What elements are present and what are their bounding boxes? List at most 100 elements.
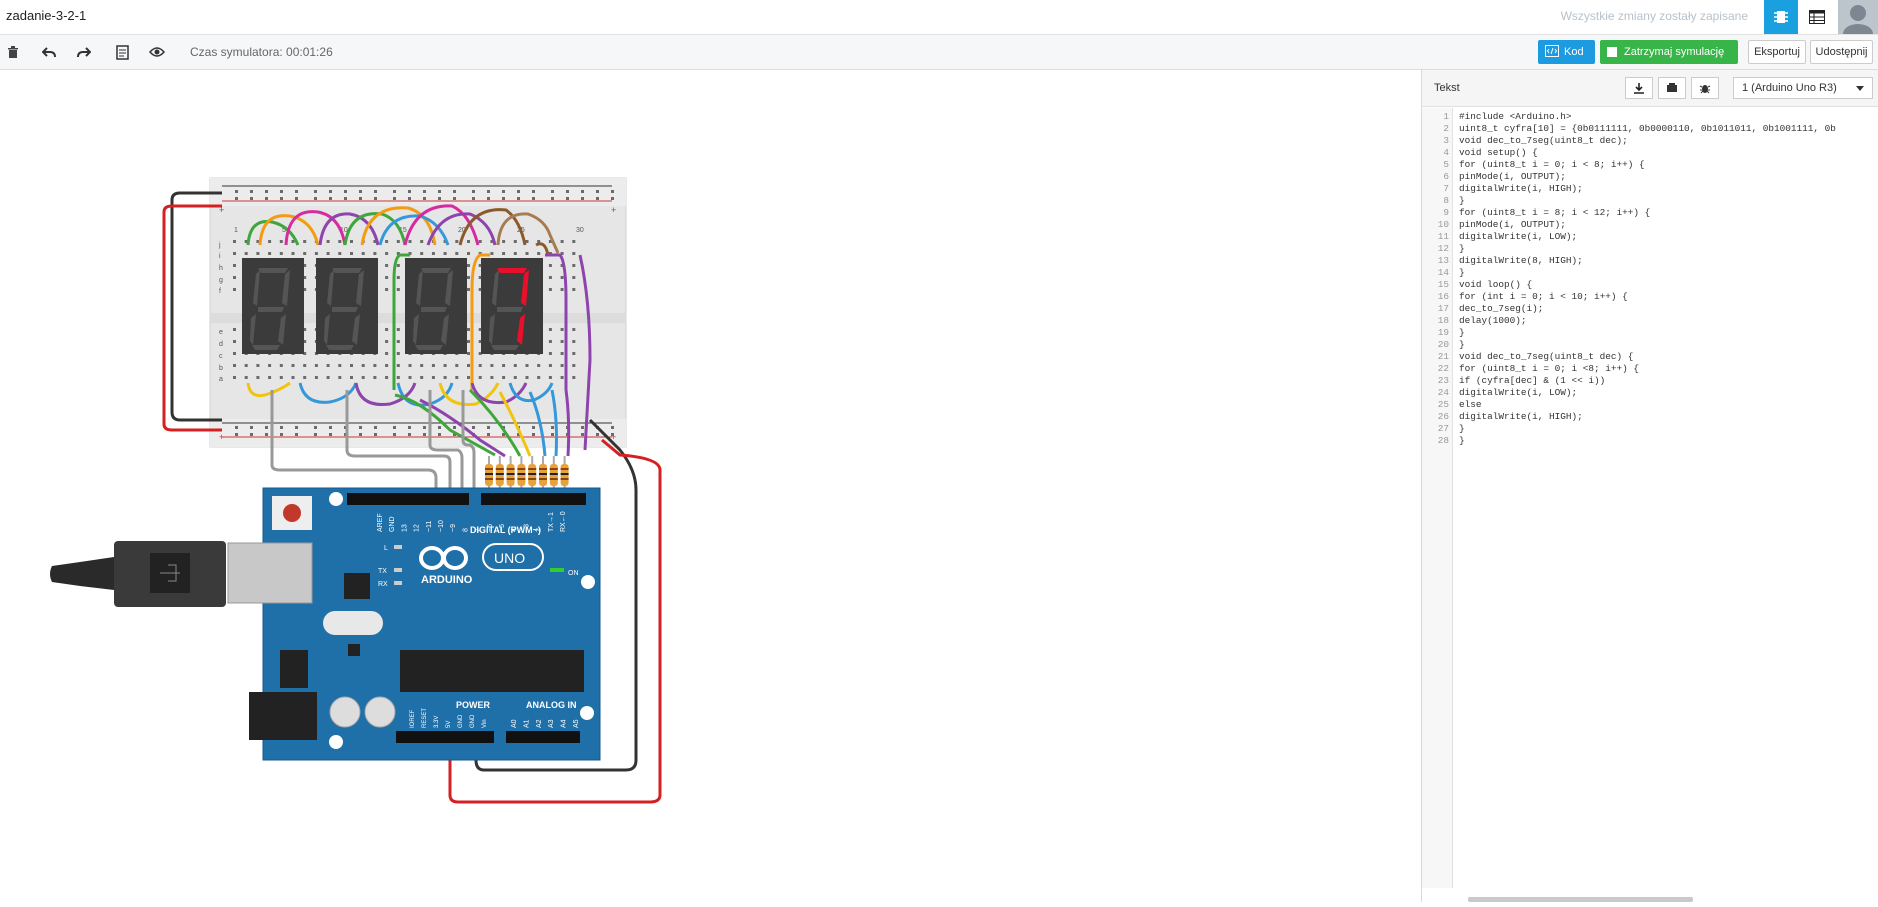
bb-row-label: f <box>219 288 221 295</box>
horizontal-scrollbar[interactable] <box>1468 897 1693 902</box>
seven-segment-display[interactable] <box>405 258 467 354</box>
arduino-uno-board[interactable]: ARDUINO UNO DIGITAL (PWM~) POWER ANALOG … <box>50 487 601 761</box>
arduino-brand: ARDUINO <box>421 574 473 586</box>
code-line[interactable]: } <box>1459 435 1465 447</box>
pin-label: A3 <box>548 719 555 728</box>
toolbar: Czas symulatora: 00:01:26 Kod Zatrzymaj … <box>0 35 1878 70</box>
line-number: 24 <box>1437 387 1449 398</box>
line-number: 20 <box>1437 339 1449 350</box>
code-editor[interactable]: 1 #include <Arduino.h> 2 uint8_t cyfra[10] … <box>1422 108 1878 888</box>
code-line[interactable]: uint8_t cyfra[10] = {0b0111111, 0b000011… <box>1459 123 1836 135</box>
code-line[interactable]: void dec_to_7seg(uint8_t dec) { <box>1459 351 1633 363</box>
libraries-icon[interactable] <box>1658 77 1686 99</box>
line-number: 14 <box>1437 267 1449 278</box>
chevron-down-icon <box>1856 86 1864 91</box>
code-line[interactable]: pinMode(i, OUTPUT); <box>1459 171 1566 183</box>
line-number: 25 <box>1437 399 1449 410</box>
line-number: 3 <box>1443 135 1449 146</box>
code-line[interactable]: digitalWrite(i, LOW); <box>1459 231 1577 243</box>
led-label: RX <box>378 581 388 588</box>
code-line[interactable]: digitalWrite(i, HIGH); <box>1459 411 1583 423</box>
svg-text:+: + <box>219 432 224 442</box>
seven-segment-display[interactable] <box>242 258 304 354</box>
pin-label: RESET <box>422 708 428 728</box>
code-button-label: Kod <box>1564 46 1584 58</box>
stop-simulation-label: Zatrzymaj symulację <box>1624 46 1725 58</box>
code-line[interactable]: } <box>1459 243 1465 255</box>
pin-label: ~3 <box>523 524 530 532</box>
pin-label: A0 <box>511 719 518 728</box>
bb-row-label: g <box>219 277 223 284</box>
component-list-icon[interactable] <box>1800 0 1834 34</box>
code-line[interactable]: void dec_to_7seg(uint8_t dec); <box>1459 135 1628 147</box>
code-line[interactable]: for (uint8_t i = 0; i <8; i++) { <box>1459 363 1639 375</box>
code-line[interactable]: digitalWrite(i, HIGH); <box>1459 183 1583 195</box>
code-line[interactable]: delay(1000); <box>1459 315 1527 327</box>
line-number: 17 <box>1437 303 1449 314</box>
code-line[interactable]: } <box>1459 327 1465 339</box>
pin-label: ~9 <box>450 524 457 532</box>
code-line[interactable]: digitalWrite(8, HIGH); <box>1459 255 1583 267</box>
seven-segment-display[interactable] <box>316 258 378 354</box>
pin-label: RX←0 <box>560 511 567 532</box>
bb-row-label: c <box>219 353 223 360</box>
code-line[interactable]: #include <Arduino.h> <box>1459 111 1572 123</box>
download-icon[interactable] <box>1625 77 1653 99</box>
code-button[interactable]: Kod <box>1538 40 1595 64</box>
notes-icon[interactable] <box>111 42 133 62</box>
line-number: 22 <box>1437 363 1449 374</box>
line-number: 10 <box>1437 219 1449 230</box>
code-line[interactable]: } <box>1459 267 1465 279</box>
device-select[interactable]: 1 (Arduino Uno R3) <box>1733 77 1873 99</box>
share-button[interactable]: Udostępnij <box>1810 40 1873 64</box>
pin-label: GND <box>389 516 396 532</box>
export-button[interactable]: Eksportuj <box>1748 40 1806 64</box>
pin-label: 12 <box>414 524 421 532</box>
code-line[interactable]: } <box>1459 195 1465 207</box>
bb-row-label: e <box>219 329 223 336</box>
pin-label: ~11 <box>426 521 433 532</box>
code-line[interactable]: for (uint8_t i = 0; i < 8; i++) { <box>1459 159 1645 171</box>
code-line[interactable]: else <box>1459 399 1482 411</box>
bb-row-label: d <box>219 341 223 348</box>
power-label: POWER <box>456 700 491 710</box>
pin-label: ~10 <box>438 520 445 532</box>
debugger-icon[interactable] <box>1691 77 1719 99</box>
line-number: 15 <box>1437 279 1449 290</box>
code-line[interactable]: } <box>1459 423 1465 435</box>
line-number: 12 <box>1437 243 1449 254</box>
code-line[interactable]: for (int i = 0; i < 10; i++) { <box>1459 291 1628 303</box>
line-number: 6 <box>1443 171 1449 182</box>
pin-label: A5 <box>573 719 580 728</box>
code-line[interactable]: for (uint8_t i = 8; i < 12; i++) { <box>1459 207 1650 219</box>
code-line[interactable]: dec_to_7seg(i); <box>1459 303 1543 315</box>
eye-icon[interactable] <box>146 42 168 62</box>
code-line[interactable]: void loop() { <box>1459 279 1532 291</box>
circuit-canvas[interactable]: + + + + j i h g f e d c b a 1 5 10 15 20… <box>0 70 1421 902</box>
redo-icon[interactable] <box>73 42 95 62</box>
code-mode-label[interactable]: Tekst <box>1434 82 1460 94</box>
code-line[interactable]: if (cyfra[dec] & (1 << i)) <box>1459 375 1605 387</box>
project-title[interactable]: zadanie-3-2-1 <box>6 8 86 23</box>
pin-label: IOREF <box>410 709 416 728</box>
pin-label: TX→1 <box>548 512 555 532</box>
bb-col-label: 30 <box>576 227 584 234</box>
bb-col-label: 1 <box>234 227 238 234</box>
pin-label: ~6 <box>487 524 494 532</box>
undo-icon[interactable] <box>38 42 60 62</box>
bb-row-label: b <box>219 365 223 372</box>
code-line[interactable]: void setup() { <box>1459 147 1538 159</box>
simulator-time: Czas symulatora: 00:01:26 <box>190 45 333 59</box>
line-number: 19 <box>1437 327 1449 338</box>
code-line[interactable]: } <box>1459 339 1465 351</box>
pin-label: 7 <box>475 528 482 532</box>
user-avatar-icon[interactable] <box>1838 0 1878 34</box>
code-panel-header: Tekst 1 (Arduino Uno R3) <box>1422 70 1878 107</box>
trash-icon[interactable] <box>2 42 24 62</box>
stop-simulation-button[interactable]: Zatrzymaj symulację <box>1600 40 1738 64</box>
pin-label: 13 <box>401 524 408 532</box>
code-line[interactable]: pinMode(i, OUTPUT); <box>1459 219 1566 231</box>
code-line[interactable]: digitalWrite(i, LOW); <box>1459 387 1577 399</box>
circuit-view-icon[interactable] <box>1764 0 1798 34</box>
line-number: 23 <box>1437 375 1449 386</box>
